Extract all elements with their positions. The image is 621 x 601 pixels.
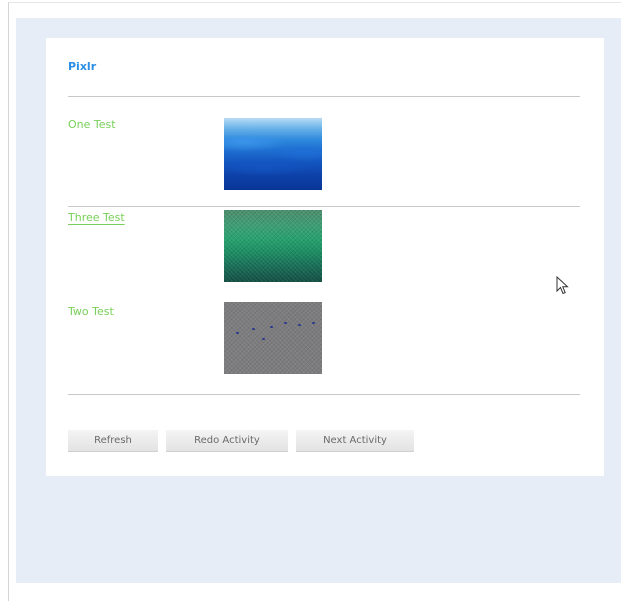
image-speck	[270, 326, 273, 328]
next-activity-button[interactable]: Next Activity	[296, 430, 414, 452]
image-speck	[252, 328, 255, 330]
thumbnail-two-test[interactable]	[224, 302, 322, 374]
image-speck	[262, 338, 265, 340]
image-speck	[312, 322, 315, 324]
divider	[68, 394, 580, 395]
row-label-two-test[interactable]: Two Test	[68, 305, 114, 318]
activity-card: Pixlr One Test Three Test Two Test Refre…	[46, 38, 604, 476]
row-label-one-test[interactable]: One Test	[68, 118, 116, 131]
refresh-button[interactable]: Refresh	[68, 430, 158, 452]
divider	[68, 96, 580, 97]
image-speck	[284, 322, 287, 324]
page-title: Pixlr	[68, 60, 97, 73]
image-speck	[298, 324, 301, 326]
divider	[68, 206, 580, 207]
redo-activity-button[interactable]: Redo Activity	[166, 430, 288, 452]
mouse-pointer-icon	[556, 276, 569, 295]
thumbnail-one-test[interactable]	[224, 118, 322, 190]
image-speck	[236, 332, 239, 334]
row-label-three-test[interactable]: Three Test	[68, 211, 125, 224]
thumbnail-three-test[interactable]	[224, 210, 322, 282]
